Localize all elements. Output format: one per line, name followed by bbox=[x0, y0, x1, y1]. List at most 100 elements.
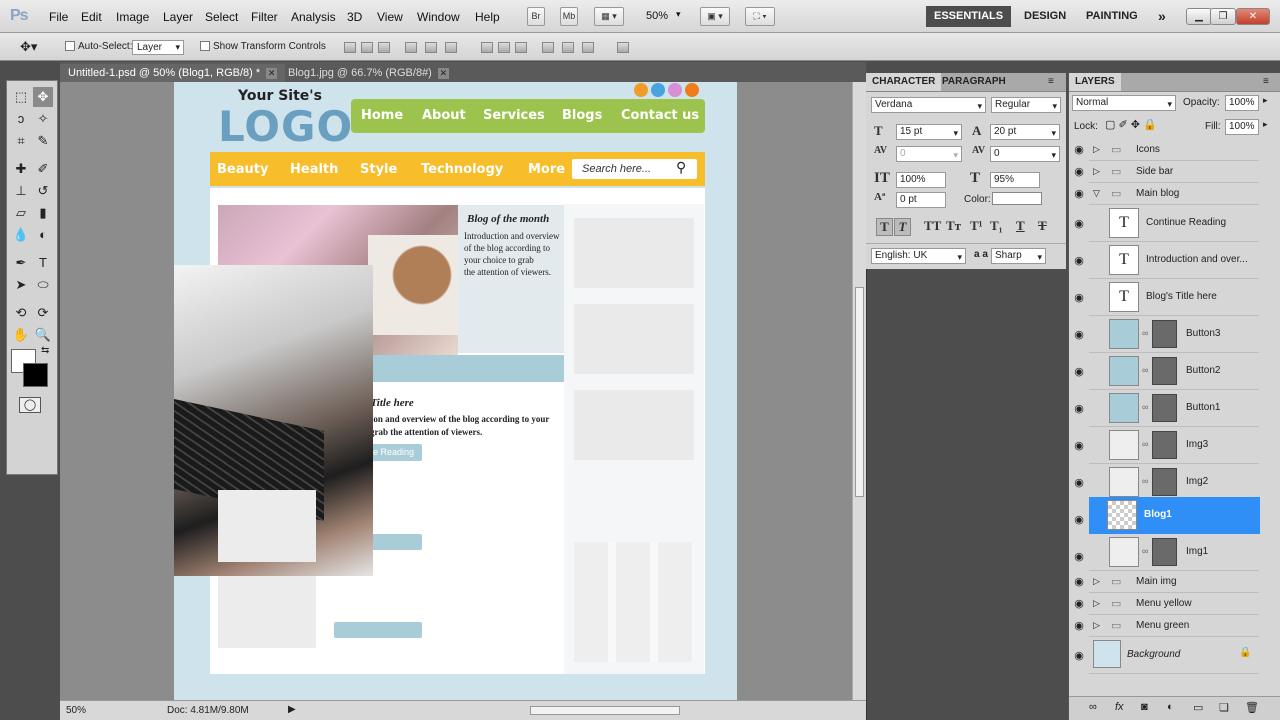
expand-arrow-icon[interactable]: ▷ bbox=[1093, 144, 1100, 155]
visibility-eye-icon[interactable]: ◉ bbox=[1071, 575, 1087, 588]
layer-group-icons[interactable]: ▷ ▭ Icons bbox=[1089, 139, 1259, 161]
layer-mask-thumbnail[interactable] bbox=[1152, 320, 1177, 348]
brush-tool-icon[interactable]: ✐ bbox=[33, 159, 53, 179]
nav-style[interactable]: Style bbox=[360, 162, 397, 177]
layer-mask-thumbnail[interactable] bbox=[1152, 538, 1177, 566]
eraser-tool-icon[interactable]: ▱ bbox=[11, 203, 31, 223]
link-icon[interactable]: ∞ bbox=[1142, 476, 1148, 486]
distribute-left-icon[interactable] bbox=[542, 42, 554, 53]
adjustment-layer-icon[interactable]: ◐ bbox=[1167, 701, 1174, 713]
show-transform-checkbox[interactable] bbox=[200, 41, 210, 51]
fill-arrow-icon[interactable]: ▸ bbox=[1263, 119, 1268, 130]
gradient-tool-icon[interactable]: ▮ bbox=[33, 203, 53, 223]
keyboard-photo-layer[interactable] bbox=[174, 265, 373, 576]
horizontal-scrollbar[interactable] bbox=[530, 706, 680, 715]
tab-paragraph[interactable]: PARAGRAPH bbox=[936, 73, 1012, 91]
status-arrow-icon[interactable]: ▶ bbox=[288, 704, 296, 715]
antialias-select[interactable]: Sharp bbox=[991, 248, 1046, 264]
font-family-select[interactable]: Verdana bbox=[871, 97, 986, 113]
nav-health[interactable]: Health bbox=[290, 162, 338, 177]
link-icon[interactable]: ∞ bbox=[1142, 365, 1148, 375]
menu-layer[interactable]: Layer bbox=[163, 10, 193, 24]
layer-mask-thumbnail[interactable] bbox=[1152, 394, 1177, 422]
visibility-eye-icon[interactable]: ◉ bbox=[1071, 597, 1087, 610]
fill-field[interactable]: 100% bbox=[1225, 119, 1259, 135]
workspace-design[interactable]: DESIGN bbox=[1016, 6, 1074, 27]
link-icon[interactable]: ∞ bbox=[1142, 328, 1148, 338]
search-box[interactable]: Search here... ⚲ bbox=[572, 159, 697, 179]
close-tab-icon[interactable]: ✕ bbox=[266, 68, 278, 79]
font-style-select[interactable]: Regular bbox=[991, 97, 1061, 113]
opacity-arrow-icon[interactable]: ▸ bbox=[1263, 95, 1268, 106]
panel-menu-icon[interactable]: ≡ bbox=[1048, 76, 1054, 87]
scroll-thumb[interactable] bbox=[855, 287, 864, 497]
menu-analysis[interactable]: Analysis bbox=[291, 10, 336, 24]
workspace-painting[interactable]: PAINTING bbox=[1078, 6, 1146, 27]
collapse-arrow-icon[interactable]: ▽ bbox=[1093, 188, 1100, 199]
layer-style-icon[interactable]: fx bbox=[1115, 701, 1124, 713]
flickr-icon[interactable] bbox=[668, 83, 682, 97]
tracking-field[interactable]: 0 bbox=[990, 146, 1060, 162]
expand-arrow-icon[interactable]: ▷ bbox=[1093, 576, 1100, 587]
distribute-top-icon[interactable] bbox=[481, 42, 493, 53]
visibility-eye-icon[interactable]: ◉ bbox=[1071, 143, 1087, 156]
zoom-tool-icon[interactable]: 🔍 bbox=[33, 325, 53, 345]
visibility-eye-icon[interactable]: ◉ bbox=[1071, 513, 1087, 526]
expand-arrow-icon[interactable]: ▷ bbox=[1093, 598, 1100, 609]
dodge-tool-icon[interactable]: ◐ bbox=[33, 225, 53, 245]
blogger-icon[interactable] bbox=[685, 83, 699, 97]
menu-image[interactable]: Image bbox=[116, 10, 149, 24]
close-tab-icon[interactable]: ✕ bbox=[437, 68, 449, 79]
menu-3d[interactable]: 3D bbox=[347, 10, 362, 24]
lasso-tool-icon[interactable]: ↄ bbox=[11, 109, 31, 129]
visibility-eye-icon[interactable]: ◉ bbox=[1071, 476, 1087, 489]
link-icon[interactable]: ∞ bbox=[1142, 439, 1148, 449]
layer-group-menu-yellow[interactable]: ▷ ▭ Menu yellow bbox=[1089, 593, 1259, 615]
link-icon[interactable]: ∞ bbox=[1142, 546, 1148, 556]
align-vcenter-icon[interactable] bbox=[361, 42, 373, 53]
visibility-eye-icon[interactable]: ◉ bbox=[1071, 254, 1087, 267]
mini-bridge-button[interactable]: Mb bbox=[560, 7, 578, 26]
background-color-swatch[interactable] bbox=[23, 363, 48, 387]
path-selection-tool-icon[interactable]: ➤ bbox=[11, 275, 31, 295]
clone-stamp-tool-icon[interactable]: ⊥ bbox=[11, 181, 31, 201]
chevron-down-icon[interactable]: ▾ bbox=[676, 9, 681, 20]
menu-view[interactable]: View bbox=[377, 10, 403, 24]
nav-beauty[interactable]: Beauty bbox=[217, 162, 268, 177]
layer-img1[interactable]: ∞ Img1 bbox=[1089, 534, 1259, 571]
horizontal-scale-field[interactable]: 95% bbox=[990, 172, 1040, 188]
pen-tool-icon[interactable]: ✒ bbox=[11, 253, 31, 273]
delete-layer-icon[interactable]: 🗑 bbox=[1245, 701, 1259, 714]
menu-edit[interactable]: Edit bbox=[81, 10, 102, 24]
layer-blog-title[interactable]: T Blog's Title here bbox=[1089, 279, 1259, 316]
arrange-documents-button[interactable]: ▣ ▾ bbox=[700, 7, 730, 26]
new-layer-icon[interactable]: ❏ bbox=[1219, 701, 1229, 714]
quick-mask-icon[interactable]: ◯ bbox=[19, 397, 41, 413]
distribute-bottom-icon[interactable] bbox=[515, 42, 527, 53]
nav-about[interactable]: About bbox=[422, 108, 466, 123]
faux-italic-icon[interactable]: T bbox=[894, 218, 911, 236]
link-layers-icon[interactable]: ∞ bbox=[1089, 701, 1097, 713]
visibility-eye-icon[interactable]: ◉ bbox=[1071, 649, 1087, 662]
3d-orbit-tool-icon[interactable]: ⟳ bbox=[33, 303, 53, 323]
search-icon[interactable]: ⚲ bbox=[676, 159, 686, 176]
tab-untitled-1[interactable]: Untitled-1.psd @ 50% (Blog1, RGB/8) * ✕ bbox=[60, 64, 286, 82]
strikethrough-icon[interactable]: T bbox=[1038, 218, 1047, 234]
underline-icon[interactable]: T bbox=[1016, 218, 1025, 234]
language-select[interactable]: English: UK bbox=[871, 248, 966, 264]
faux-bold-icon[interactable]: T bbox=[876, 218, 893, 236]
color-swatch[interactable] bbox=[992, 192, 1042, 205]
link-icon[interactable]: ∞ bbox=[1142, 402, 1148, 412]
menu-help[interactable]: Help bbox=[475, 10, 500, 24]
align-bottom-icon[interactable] bbox=[378, 42, 390, 53]
layer-group-main-blog[interactable]: ▽ ▭ Main blog bbox=[1089, 183, 1259, 205]
align-top-icon[interactable] bbox=[344, 42, 356, 53]
layer-button3[interactable]: ∞ Button3 bbox=[1089, 316, 1259, 353]
layer-group-menu-green[interactable]: ▷ ▭ Menu green bbox=[1089, 615, 1259, 637]
new-group-icon[interactable]: ▭ bbox=[1193, 701, 1203, 714]
shape-tool-icon[interactable]: ⬭ bbox=[33, 275, 53, 295]
layer-button1[interactable]: ∞ Button1 bbox=[1089, 390, 1259, 427]
font-size-field[interactable]: 15 pt bbox=[896, 124, 962, 140]
baseline-shift-field[interactable]: 0 pt bbox=[896, 192, 946, 208]
all-caps-icon[interactable]: TT bbox=[924, 218, 941, 234]
